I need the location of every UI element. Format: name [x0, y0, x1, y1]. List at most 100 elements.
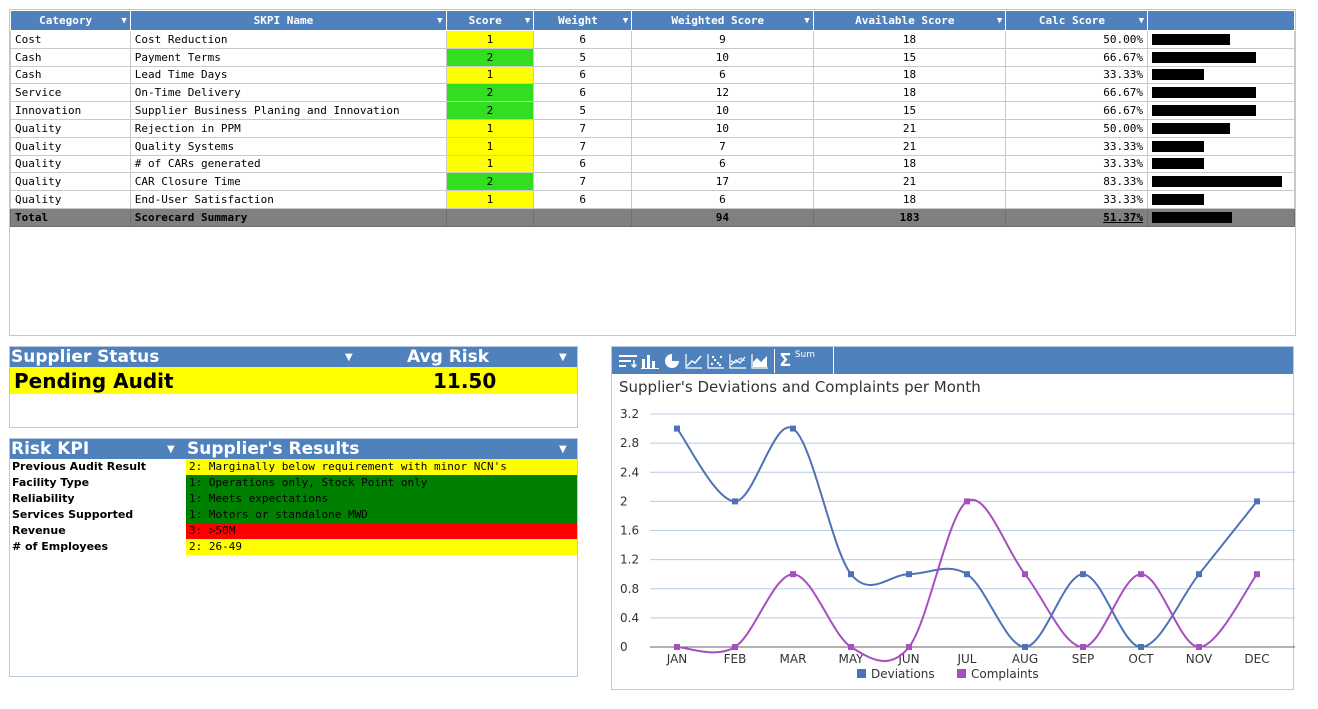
- cell-score: 1: [445, 118, 535, 138]
- table-row[interactable]: Cash Payment Terms 2 5 10 15 66.67%: [10, 47, 1295, 67]
- table-row[interactable]: Cash Lead Time Days 1 6 6 18 33.33%: [10, 65, 1295, 85]
- table-row[interactable]: Quality Rejection in PPM 1 7 10 21 50.00%: [10, 118, 1295, 138]
- table-row[interactable]: Innovation Supplier Business Planing and …: [10, 101, 1295, 120]
- score-bar: [1152, 176, 1282, 188]
- cell-calc-score: 50.00%: [1005, 30, 1148, 49]
- risk-kpi-row: Reliability 1: Meets expectations: [10, 491, 577, 507]
- cell-skpi-name: Quality Systems: [129, 136, 447, 156]
- dropdown-arrow-icon[interactable]: ▼: [623, 16, 628, 26]
- cell-available-score: 18: [812, 65, 1007, 85]
- cell-weight: 6: [533, 30, 633, 49]
- dropdown-arrow-icon[interactable]: ▼: [559, 444, 567, 455]
- table-row[interactable]: Cost Cost Reduction 1 6 9 18 50.00%: [10, 30, 1295, 49]
- cell-weight: 7: [533, 172, 633, 192]
- cell-score: 1: [445, 190, 535, 209]
- dropdown-arrow-icon[interactable]: ▼: [121, 16, 126, 26]
- cell-available-score: 15: [812, 47, 1007, 67]
- cell-score: [445, 207, 535, 227]
- col-header-available-score[interactable]: Available Score ▼: [812, 10, 1007, 31]
- avg-risk-title: Avg Risk: [407, 347, 490, 367]
- dropdown-arrow-icon[interactable]: ▼: [804, 16, 809, 26]
- cell-score: 2: [445, 172, 535, 192]
- chart-panel: Σ Sum Supplier's Deviations and Complain…: [611, 346, 1295, 690]
- cell-score-bar: [1147, 207, 1295, 227]
- total-row: Total Scorecard Summary 94 183 51.37%: [10, 207, 1295, 227]
- risk-kpi-value: 1: Motors or standalone MWD: [186, 507, 577, 523]
- x-tick-label: MAR: [780, 652, 807, 666]
- risk-kpi-value: 1: Meets expectations: [186, 491, 577, 507]
- dropdown-arrow-icon[interactable]: ▼: [525, 16, 530, 26]
- cell-category: Cash: [10, 47, 131, 67]
- cell-available-score: 21: [812, 118, 1007, 138]
- y-tick-label: 1.6: [620, 524, 639, 538]
- risk-kpi-label: Revenue: [12, 524, 66, 537]
- x-tick-label: DEC: [1244, 652, 1269, 666]
- col-header-skpi-name[interactable]: SKPI Name ▼: [129, 10, 447, 31]
- data-point-deviations: [848, 571, 854, 578]
- cell-weighted-score: 7: [631, 136, 814, 156]
- col-header-category[interactable]: Category ▼: [10, 10, 131, 31]
- data-point-deviations: [964, 571, 970, 578]
- dropdown-arrow-icon[interactable]: ▼: [1139, 16, 1144, 26]
- cell-score-bar: [1147, 30, 1295, 49]
- x-tick-label: AUG: [1012, 652, 1038, 666]
- supplier-status-row: Pending Audit 11.50: [10, 367, 577, 394]
- cell-calc-score: 66.67%: [1005, 47, 1148, 67]
- cell-score-bar: [1147, 47, 1295, 67]
- risk-kpi-list: Previous Audit Result 2: Marginally below…: [10, 459, 577, 555]
- score-bar: [1152, 51, 1256, 63]
- risk-kpi-value: 2: 26-49: [186, 539, 577, 555]
- cell-weight: 6: [533, 65, 633, 85]
- data-point-deviations: [1254, 498, 1260, 505]
- cell-weighted-score: 94: [631, 207, 814, 227]
- dropdown-arrow-icon[interactable]: ▼: [345, 352, 353, 363]
- avg-risk-value: 11.50: [433, 369, 497, 393]
- col-header-score[interactable]: Score ▼: [445, 10, 535, 31]
- risk-kpi-panel: Risk KPI ▼ Supplier's Results ▼ Previous…: [9, 438, 578, 677]
- score-bar: [1152, 87, 1256, 99]
- cell-weighted-score: 12: [631, 83, 814, 103]
- x-tick-label: OCT: [1128, 652, 1154, 666]
- cell-score: 2: [445, 47, 535, 67]
- table-row[interactable]: Quality CAR Closure Time 2 7 17 21 83.33%: [10, 172, 1295, 192]
- table-row[interactable]: Quality End-User Satisfaction 1 6 6 18 33.33%: [10, 190, 1295, 209]
- table-row[interactable]: Quality Quality Systems 1 7 7 21 33.33%: [10, 136, 1295, 156]
- line-chart: 00.40.81.21.622.42.83.2JAN FEB MAR MAY JUN JU…: [620, 407, 1295, 681]
- legend-label: Complaints: [971, 667, 1039, 681]
- col-header-calc-score[interactable]: Calc Score ▼: [1005, 10, 1148, 31]
- cell-weight: 7: [533, 136, 633, 156]
- cell-skpi-name: Payment Terms: [129, 47, 447, 67]
- cell-available-score: 15: [812, 101, 1007, 120]
- dropdown-arrow-icon[interactable]: ▼: [997, 16, 1002, 26]
- cell-score: 1: [445, 65, 535, 85]
- legend-swatch: [857, 669, 866, 678]
- supplier-status-title: Supplier Status: [11, 347, 160, 367]
- dropdown-arrow-icon[interactable]: ▼: [437, 16, 442, 26]
- y-tick-label: 1.2: [620, 553, 639, 567]
- cell-category: Cost: [10, 30, 131, 49]
- cell-score-bar: [1147, 172, 1295, 192]
- dropdown-arrow-icon[interactable]: ▼: [559, 352, 567, 363]
- table-row[interactable]: Service On-Time Delivery 2 6 12 18 66.67%: [10, 83, 1295, 103]
- series-line-complaints: [676, 498, 1258, 662]
- risk-kpi-row: Revenue 3: >50M: [10, 523, 577, 539]
- cell-weight: 6: [533, 83, 633, 103]
- cell-skpi-name: On-Time Delivery: [129, 83, 447, 103]
- data-point-complaints: [848, 644, 854, 650]
- supplier-status-header: Supplier Status ▼ Avg Risk ▼: [10, 347, 577, 367]
- cell-available-score: 18: [812, 190, 1007, 209]
- x-tick-label: JAN: [666, 652, 688, 666]
- table-row[interactable]: Quality # of CARs generated 1 6 6 18 33.33%: [10, 154, 1295, 174]
- dropdown-arrow-icon[interactable]: ▼: [167, 444, 175, 455]
- risk-kpi-label: Facility Type: [12, 476, 90, 489]
- cell-weight: 7: [533, 118, 633, 138]
- data-point-complaints: [1022, 571, 1028, 578]
- y-tick-label: 0.4: [620, 611, 639, 625]
- cell-calc-score: 66.67%: [1005, 101, 1148, 120]
- cell-weighted-score: 6: [631, 154, 814, 174]
- col-header-weight[interactable]: Weight ▼: [533, 10, 633, 31]
- col-header-weighted-score[interactable]: Weighted Score ▼: [631, 10, 814, 31]
- data-point-deviations: [906, 571, 912, 578]
- cell-calc-score[interactable]: 51.37%: [1005, 207, 1148, 227]
- cell-skpi-name: # of CARs generated: [129, 154, 447, 174]
